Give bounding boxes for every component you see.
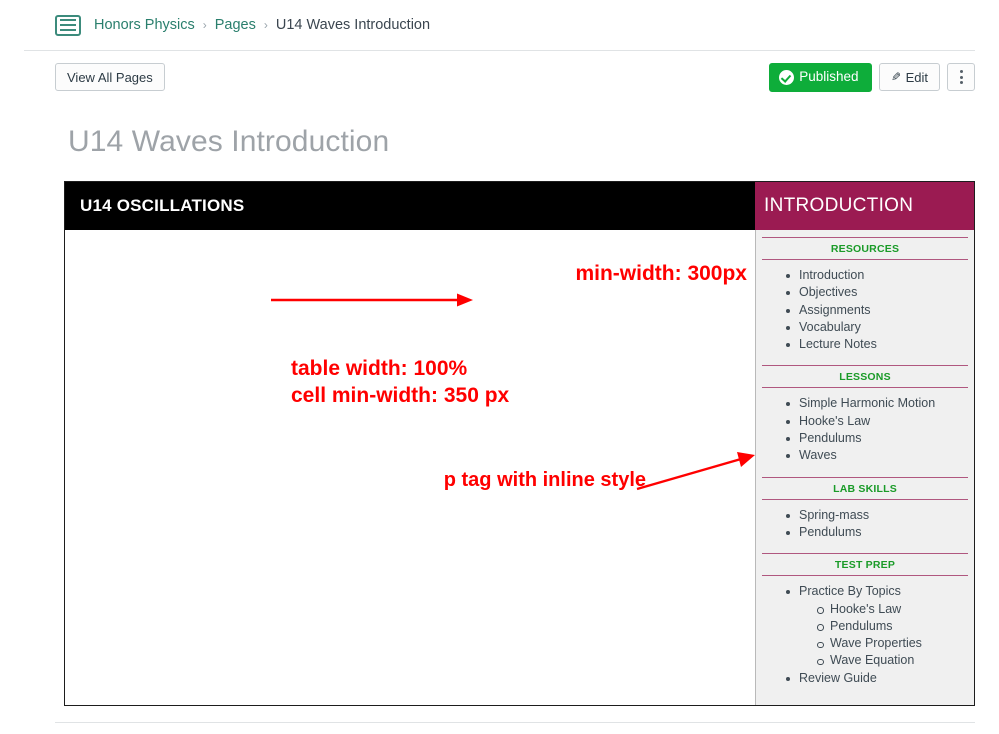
section-heading-lessons: LESSONS <box>762 365 968 389</box>
table-body-row: min-width: 300px table width: 100% cell … <box>65 230 974 706</box>
page-navigation: ◂ Previous Next ▸ <box>0 723 999 734</box>
list-item[interactable]: Hooke's Law <box>786 413 974 430</box>
page-title: U14 Waves Introduction <box>68 125 390 158</box>
list-item-label: Practice By Topics <box>799 584 901 599</box>
annotation-table-width-line2: cell min-width: 350 px <box>291 384 510 407</box>
list-item-label: Pendulums <box>799 431 862 446</box>
published-status-button[interactable]: Published <box>769 62 872 92</box>
sub-list-item[interactable]: Hooke's Law <box>817 601 974 618</box>
breadcrumb: Honors Physics › Pages › U14 Waves Intro… <box>0 0 999 50</box>
table-side-cell: RESOURCES Introduction Objectives Assign… <box>755 230 974 706</box>
sub-list-practice-by-topics: Hooke's Law Pendulums Wave Properties Wa… <box>799 601 974 670</box>
kebab-menu-button[interactable] <box>947 63 975 91</box>
breadcrumb-item-course[interactable]: Honors Physics <box>94 17 195 33</box>
annotation-min-width: min-width: 300px <box>575 262 747 285</box>
published-label: Published <box>799 69 859 85</box>
list-item[interactable]: Waves <box>786 447 974 464</box>
list-item[interactable]: Objectives <box>786 284 974 301</box>
sub-list-item-label: Wave Equation <box>830 653 915 668</box>
section-list-lab-skills: Spring-mass Pendulums <box>756 507 974 542</box>
list-item-label: Assignments <box>799 302 871 317</box>
list-item[interactable]: Introduction <box>786 267 974 284</box>
table-main-cell: min-width: 300px table width: 100% cell … <box>65 230 755 706</box>
list-item-label: Spring-mass <box>799 507 870 522</box>
page-toolbar: View All Pages Published ✎ Edit <box>0 51 999 103</box>
list-item-label: Pendulums <box>799 524 862 539</box>
hamburger-bar <box>60 24 76 26</box>
breadcrumb-item-pages[interactable]: Pages <box>215 17 256 33</box>
list-item[interactable]: Lecture Notes <box>786 336 974 353</box>
breadcrumb-separator: › <box>202 18 207 32</box>
annotation-p-tag: p tag with inline style <box>443 469 646 491</box>
hamburger-menu-icon[interactable] <box>55 14 81 36</box>
list-item[interactable]: Review Guide <box>786 670 974 687</box>
section-heading-resources: RESOURCES <box>762 237 968 260</box>
sub-list-item-label: Hooke's Law <box>830 601 902 616</box>
hamburger-bar <box>60 29 76 31</box>
annotation-table-width: table width: 100% cell min-width: 350 px <box>291 355 509 409</box>
list-item[interactable]: Pendulums <box>786 524 974 541</box>
list-item-label: Waves <box>799 448 837 463</box>
breadcrumb-item-current: U14 Waves Introduction <box>275 17 431 33</box>
annotation-table-width-line1: table width: 100% <box>291 357 468 380</box>
section-list-test-prep: Practice By Topics Hooke's Law Pendulums… <box>756 583 974 687</box>
hamburger-bar <box>60 19 76 21</box>
sub-list-item[interactable]: Wave Properties <box>817 635 974 652</box>
list-item-label: Vocabulary <box>799 319 861 334</box>
section-heading-lab-skills: LAB SKILLS <box>762 476 968 500</box>
list-item[interactable]: Practice By Topics Hooke's Law Pendulums… <box>786 583 974 669</box>
list-item[interactable]: Assignments <box>786 302 974 319</box>
list-item-label: Lecture Notes <box>799 337 877 352</box>
edit-label: Edit <box>905 69 928 85</box>
pencil-icon: ✎ <box>890 70 901 84</box>
section-heading-test-prep: TEST PREP <box>762 553 968 577</box>
list-item-label: Simple Harmonic Motion <box>799 396 936 411</box>
table-side-header: INTRODUCTION <box>755 182 974 230</box>
sub-list-item-label: Wave Properties <box>830 636 922 651</box>
toolbar-actions: Published ✎ Edit <box>769 62 975 92</box>
list-item-label: Hooke's Law <box>799 413 871 428</box>
sub-list-item[interactable]: Pendulums <box>817 618 974 635</box>
list-item-label: Introduction <box>799 268 865 282</box>
kebab-dot <box>959 75 963 79</box>
section-list-resources: Introduction Objectives Assignments Voca… <box>756 267 974 353</box>
horizontal-arrow-icon <box>271 293 473 307</box>
list-item-label: Review Guide <box>799 670 877 685</box>
content-table: U14 OSCILLATIONS INTRODUCTION min-width:… <box>64 181 975 707</box>
diagonal-arrow-icon <box>636 452 755 491</box>
sub-list-item-label: Pendulums <box>830 618 893 633</box>
list-item[interactable]: Simple Harmonic Motion <box>786 395 974 412</box>
check-circle-icon <box>779 69 795 85</box>
list-item-label: Objectives <box>799 285 858 300</box>
list-item[interactable]: Spring-mass <box>786 507 974 524</box>
list-item[interactable]: Pendulums <box>786 430 974 447</box>
kebab-dot <box>959 70 963 73</box>
kebab-dot <box>959 81 963 84</box>
table-main-header: U14 OSCILLATIONS <box>65 182 755 230</box>
section-list-lessons: Simple Harmonic Motion Hooke's Law Pendu… <box>756 395 974 464</box>
breadcrumb-separator: › <box>263 18 268 32</box>
edit-button[interactable]: ✎ Edit <box>878 63 940 91</box>
list-item[interactable]: Vocabulary <box>786 319 974 336</box>
view-all-pages-button[interactable]: View All Pages <box>55 63 165 91</box>
sub-list-item[interactable]: Wave Equation <box>817 652 974 669</box>
table-header-row: U14 OSCILLATIONS INTRODUCTION <box>65 182 974 230</box>
